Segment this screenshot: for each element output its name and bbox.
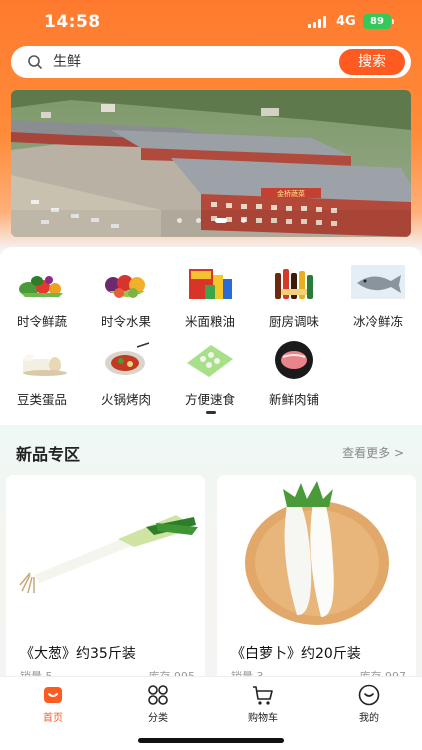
carousel-dots — [11, 210, 411, 229]
section-title: 新品专区 — [16, 445, 81, 464]
product-card[interactable]: 《白萝卜》约20斤装 销量 3 库存 997 — [217, 475, 416, 685]
category-label: 豆类蛋品 — [16, 392, 67, 407]
category-label: 冰冷鲜冻 — [352, 314, 403, 329]
category-page-indicator — [206, 411, 216, 414]
grain-oil-icon — [189, 269, 232, 299]
category-item-instant[interactable]: 方便速食 — [168, 341, 252, 408]
banner-carousel[interactable]: 金桥蔬菜 — [11, 90, 411, 237]
signal-icon — [308, 16, 328, 28]
home-indicator — [138, 738, 284, 743]
profile-icon — [358, 684, 380, 706]
category-item-vegetables[interactable]: 时令鲜蔬 — [0, 263, 84, 330]
category-item-grain-oil[interactable]: 米面粮油 — [168, 263, 252, 330]
white-radish-image — [217, 475, 416, 635]
search-icon — [28, 55, 42, 69]
tab-label: 首页 — [43, 713, 63, 724]
new-products-section: 新品专区 查看更多 > 《大葱》约35斤装 销量 5 库存 995 《白萝卜》约… — [0, 425, 422, 685]
tab-category[interactable]: 分类 — [123, 683, 193, 724]
category-item-hotpot[interactable]: 火锅烤肉 — [84, 341, 168, 408]
category-label: 方便速食 — [184, 392, 235, 407]
category-item-frozen[interactable]: 冰冷鲜冻 — [336, 263, 420, 330]
category-label: 时令水果 — [100, 314, 151, 329]
search-button[interactable]: 搜索 — [339, 49, 405, 75]
search-bar[interactable]: 搜索 — [11, 46, 411, 78]
fruits-icon — [105, 275, 145, 298]
tab-home[interactable]: 首页 — [18, 683, 88, 724]
product-name: 《白萝卜》约20斤装 — [231, 646, 361, 662]
network-type: 4G — [336, 14, 356, 29]
cart-icon — [253, 686, 273, 705]
battery-icon: 89 — [363, 14, 391, 29]
tab-label: 我的 — [359, 713, 379, 724]
category-label: 厨房调味 — [268, 314, 319, 329]
status-bar: 14:58 4G 89 — [0, 0, 422, 44]
frozen-fish-icon — [351, 265, 405, 299]
vegetables-icon — [19, 276, 63, 297]
market-sign: 金桥蔬菜 — [277, 189, 305, 198]
tab-label: 分类 — [148, 713, 168, 724]
battery-tip — [392, 19, 394, 24]
tab-label: 购物车 — [248, 713, 278, 724]
hotpot-bbq-icon — [105, 342, 150, 375]
category-label: 新鲜肉铺 — [268, 392, 319, 407]
category-grid: 时令鲜蔬 时令水果 米面粮油 厨房调味 冰冷鲜冻 豆类蛋品 火锅烤肉 方便速食 … — [0, 247, 422, 425]
search-input[interactable] — [53, 46, 333, 78]
tab-cart[interactable]: 购物车 — [228, 683, 298, 724]
category-label: 米面粮油 — [184, 314, 235, 329]
view-more-link[interactable]: 查看更多 > — [342, 444, 404, 461]
category-item-tofu-eggs[interactable]: 豆类蛋品 — [0, 341, 84, 408]
category-item-meat[interactable]: 新鲜肉铺 — [252, 341, 336, 408]
carousel-dot-active[interactable] — [214, 218, 227, 223]
carousel-dot[interactable] — [240, 218, 246, 223]
category-icon — [148, 685, 168, 705]
product-card[interactable]: 《大葱》约35斤装 销量 5 库存 995 — [6, 475, 205, 685]
tofu-eggs-icon — [23, 355, 67, 376]
home-icon — [44, 687, 62, 703]
seasoning-icon — [275, 269, 313, 299]
status-time: 14:58 — [44, 12, 101, 32]
category-item-seasoning[interactable]: 厨房调味 — [252, 263, 336, 330]
category-label: 火锅烤肉 — [100, 392, 151, 407]
fresh-meat-icon — [275, 341, 313, 379]
carousel-dot[interactable] — [176, 218, 182, 223]
carousel-dot[interactable] — [195, 218, 201, 223]
tab-profile[interactable]: 我的 — [334, 683, 404, 724]
instant-food-icon — [187, 345, 233, 377]
green-onion-image — [6, 475, 205, 635]
category-item-fruits[interactable]: 时令水果 — [84, 263, 168, 330]
category-label: 时令鲜蔬 — [16, 314, 67, 329]
product-name: 《大葱》约35斤装 — [20, 646, 136, 662]
